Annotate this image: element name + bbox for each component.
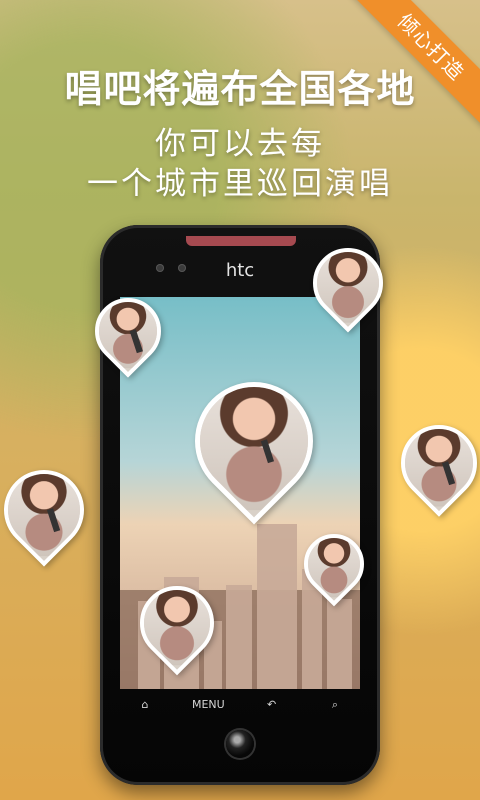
location-pin-avatar bbox=[0, 453, 101, 567]
avatar bbox=[395, 419, 480, 507]
building bbox=[257, 524, 297, 689]
soft-keys: ⌂ MENU ↶ ⌕ bbox=[127, 698, 353, 712]
phone-home-button[interactable] bbox=[226, 730, 254, 758]
headline: 唱吧将遍布全国各地 bbox=[64, 67, 416, 111]
camera-dot-left bbox=[156, 264, 164, 272]
menu-softkey[interactable]: MENU bbox=[190, 698, 226, 712]
back-softkey-icon[interactable]: ↶ bbox=[254, 698, 290, 712]
phone-speaker bbox=[186, 236, 296, 246]
phone-brand: htc bbox=[225, 260, 255, 281]
home-softkey-icon[interactable]: ⌂ bbox=[127, 698, 163, 712]
subline-2: 一个城市里巡回演唱 bbox=[87, 166, 393, 202]
avatar bbox=[0, 463, 91, 557]
building bbox=[226, 585, 252, 689]
camera-dot-right bbox=[178, 264, 186, 272]
location-pin-avatar bbox=[385, 409, 480, 517]
search-softkey-icon[interactable]: ⌕ bbox=[317, 698, 353, 712]
building bbox=[327, 599, 352, 689]
subline-1: 你可以去每 bbox=[155, 126, 325, 162]
